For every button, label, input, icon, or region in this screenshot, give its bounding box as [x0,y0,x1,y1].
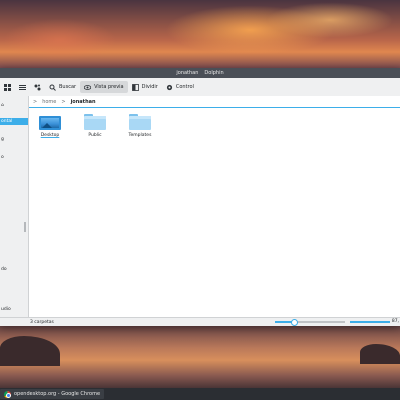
breadcrumb-separator: > [61,98,66,105]
chrome-icon [4,390,11,398]
places-item-label: o [1,155,4,160]
folder-count: 3 carpetas [30,319,54,325]
folder-icon [84,114,106,130]
tree-view-button[interactable] [30,81,45,93]
places-item[interactable]: o [0,154,4,161]
file-view[interactable]: > home > jonathan Desktop Public Templat… [29,96,400,318]
split-label: Dividir [141,84,158,90]
preview-button[interactable]: Vista previa [80,81,128,93]
toolbar: Buscar Vista previa Dividir Control [0,78,400,97]
places-item[interactable]: udio [0,306,11,313]
preview-label: Vista previa [94,84,124,90]
control-button[interactable]: Control [162,81,198,93]
window-title-user: jonathan [176,70,199,76]
file-grid: Desktop Public Templates [37,114,153,138]
free-space-label: 87, [391,319,399,324]
taskbar-task-chrome[interactable]: opendesktop.org - Google Chrome [0,389,105,399]
places-scrollbar[interactable] [24,222,26,232]
desktop-folder-icon [39,114,61,130]
split-view-icon [131,83,139,91]
zoom-slider[interactable] [275,319,345,326]
taskbar-task-label: opendesktop.org - Google Chrome [14,391,101,397]
search-icon [49,84,56,91]
zoom-slider-handle[interactable] [290,319,298,326]
places-item[interactable]: do [0,266,7,273]
taskbar: opendesktop.org - Google Chrome [0,388,400,400]
breadcrumb-current[interactable]: jonathan [71,99,96,105]
file-manager-window: jonathan Dolphin Buscar Vista previa Div… [0,68,400,326]
breadcrumb: > home > jonathan [29,96,400,108]
eye-icon [83,84,92,91]
details-view-button[interactable] [15,81,30,93]
status-bar: 3 carpetas 87, [0,317,400,326]
window-title-app: Dolphin [204,70,224,76]
details-view-icon [19,84,26,91]
file-name: Templates [128,133,152,138]
file-item-templates[interactable]: Templates [127,114,153,138]
free-space-bar [350,321,390,323]
wallpaper-lake [0,326,400,388]
folder-icon [129,114,151,130]
breadcrumb-root-separator[interactable]: > [33,99,37,105]
main-area: ⌂ ontal g o do udio > home > jonathan De… [0,96,400,318]
places-item[interactable]: g [0,136,4,143]
file-name: Desktop [40,133,60,138]
window-titlebar[interactable]: jonathan Dolphin [0,68,400,78]
tree-view-icon [34,84,41,91]
places-panel: ⌂ ontal g o do udio [0,96,29,318]
home-icon: ⌂ [1,103,4,108]
file-item-public[interactable]: Public [82,114,108,138]
search-label: Buscar [59,84,77,90]
search-button[interactable]: Buscar [45,81,80,93]
breadcrumb-home[interactable]: home [42,99,56,105]
places-item-selected[interactable]: ontal [0,118,28,125]
grid-icon [4,83,11,91]
file-name: Public [88,133,102,138]
file-item-desktop[interactable]: Desktop [37,114,63,138]
split-button[interactable]: Dividir [128,81,162,93]
gear-icon [166,84,173,91]
places-item[interactable]: ⌂ [0,102,4,109]
places-toggle-button[interactable] [0,81,15,93]
control-label: Control [175,84,194,90]
